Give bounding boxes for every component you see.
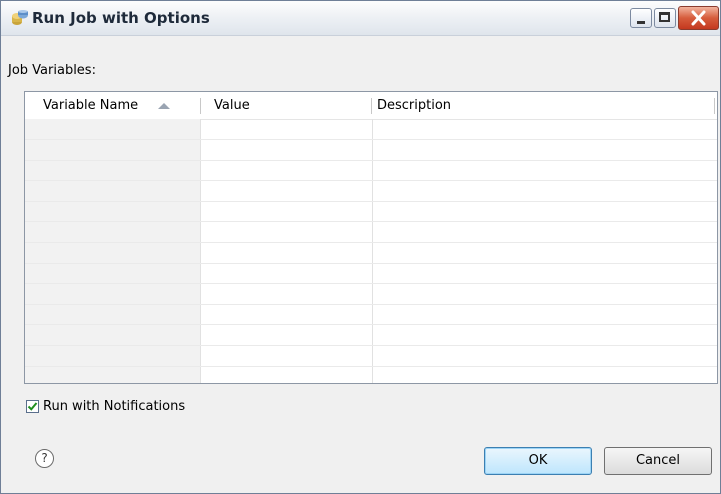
row-gridline	[25, 180, 717, 181]
row-gridline	[25, 345, 717, 346]
column-divider[interactable]	[371, 98, 372, 114]
row-gridline	[25, 160, 717, 161]
row-gridline	[25, 221, 717, 222]
table-header: Variable Name Value Description	[25, 92, 717, 120]
row-gridline	[25, 263, 717, 264]
column-divider[interactable]	[200, 98, 201, 114]
job-variables-table[interactable]: Variable Name Value Description	[24, 91, 718, 384]
sort-ascending-icon	[158, 103, 170, 109]
row-gridline	[25, 283, 717, 284]
close-button[interactable]	[678, 6, 719, 30]
row-gridline	[25, 201, 717, 202]
row-gridline	[25, 366, 717, 367]
help-icon[interactable]: ?	[35, 449, 54, 468]
column-header-variable-name[interactable]: Variable Name	[43, 92, 138, 119]
run-job-dialog: Run Job with Options Job Variables: Vari…	[0, 0, 721, 494]
minimize-icon	[637, 21, 645, 24]
minimize-button[interactable]	[630, 8, 652, 28]
window-title: Run Job with Options	[32, 9, 210, 27]
maximize-button[interactable]	[654, 8, 676, 28]
job-variables-label: Job Variables:	[8, 63, 96, 78]
job-icon	[12, 10, 28, 25]
row-gridline	[25, 324, 717, 325]
run-with-notifications-label[interactable]: Run with Notifications	[43, 399, 185, 414]
run-with-notifications-checkbox[interactable]	[26, 400, 39, 413]
row-gridline	[25, 304, 717, 305]
ok-button[interactable]: OK	[484, 447, 592, 475]
row-gridline	[25, 139, 717, 140]
column-divider[interactable]	[714, 98, 715, 114]
column-header-description[interactable]: Description	[377, 92, 451, 119]
title-bar[interactable]: Run Job with Options	[1, 1, 720, 36]
maximize-icon	[659, 12, 670, 22]
cancel-button[interactable]: Cancel	[604, 447, 712, 475]
row-gridline	[25, 242, 717, 243]
checkmark-icon	[27, 402, 38, 411]
close-icon	[691, 10, 706, 26]
column-header-value[interactable]: Value	[214, 92, 250, 119]
